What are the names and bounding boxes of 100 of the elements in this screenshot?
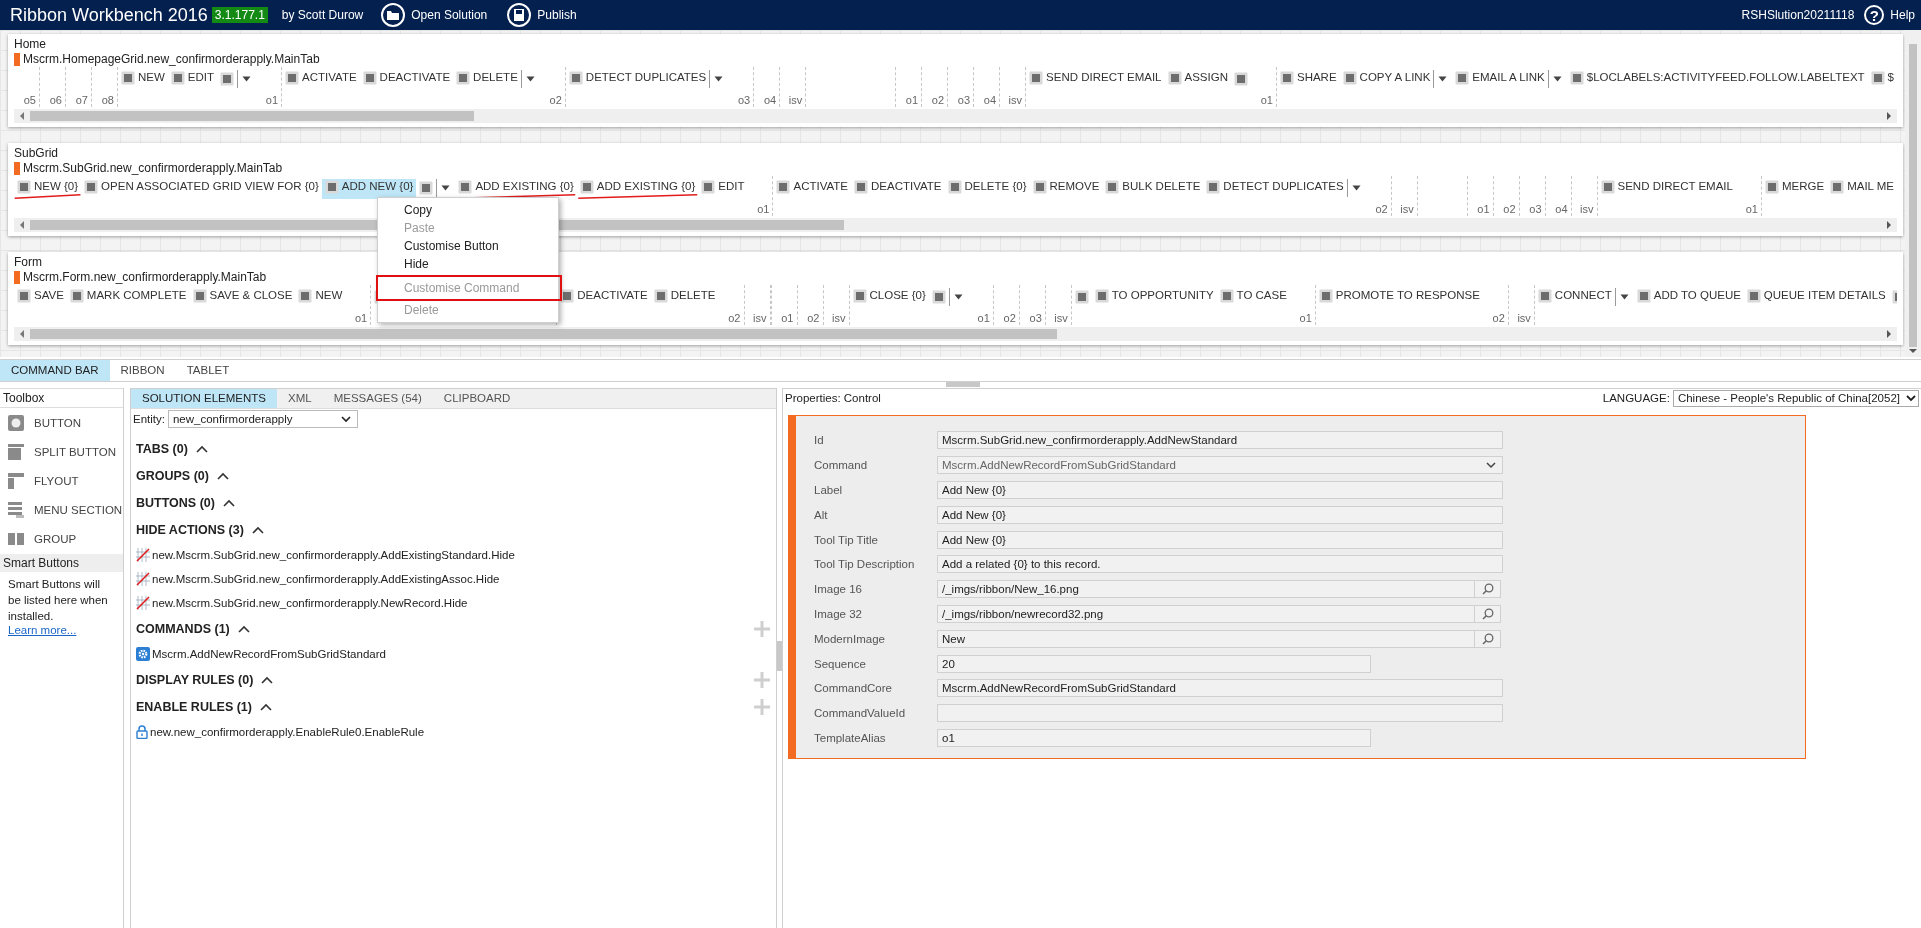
section-title: Smart Buttons xyxy=(0,554,123,572)
section-header: BUTTONS (0) xyxy=(136,495,215,510)
ribbon-button[interactable]: EDIT xyxy=(698,179,748,199)
slot-label: o2 xyxy=(931,94,945,107)
ribbon-button[interactable]: CLOSE {0} xyxy=(849,288,929,308)
ribbon-button[interactable]: DETECT DUPLICATES xyxy=(565,70,710,90)
ribbon-button[interactable]: BULK DELETE xyxy=(1102,179,1204,199)
learn-more-link[interactable]: Learn more... xyxy=(0,624,123,636)
tree-item[interactable]: new.new_confirmorderapply.EnableRule0.EnableRule xyxy=(131,720,776,744)
slot-label: o4 xyxy=(983,94,997,107)
help-button[interactable]: ? Help xyxy=(1864,5,1915,25)
select-field[interactable]: Mscrm.AddNewRecordFromSubGridStandard xyxy=(937,456,1503,475)
slot-label: o8 xyxy=(101,94,114,107)
ribbon-button[interactable]: $ xyxy=(1867,70,1897,90)
text-field[interactable]: Add New {0} xyxy=(937,530,1503,549)
ribbon-button[interactable]: MAIL ME xyxy=(1827,179,1897,199)
field-label: Image 16 xyxy=(814,583,863,596)
view-tab[interactable]: RIBBON xyxy=(109,360,176,381)
app-title: Ribbon Workbench 2016 xyxy=(10,4,208,26)
ribbon-button[interactable]: ASSIGN xyxy=(1164,70,1231,90)
ribbon-button[interactable]: DEACTIVATE xyxy=(359,70,454,90)
ribbon-button[interactable]: ACTIVATE xyxy=(773,179,851,199)
slot-label: isv xyxy=(832,312,846,325)
text-field[interactable]: /_imgs/ribbon/newrecord32.png xyxy=(937,604,1475,623)
text-field[interactable]: Mscrm.SubGrid.new_confirmorderapply.AddNewStandard xyxy=(937,431,1503,450)
ribbon-button[interactable]: TO OPPORTUNITY xyxy=(1091,288,1217,308)
ribbon-button[interactable]: REMOVE xyxy=(1029,179,1103,199)
field-label: Alt xyxy=(814,508,829,521)
ribbon-button[interactable]: PROMOTE TO RESPONSE xyxy=(1315,288,1483,308)
slot-label: o1 xyxy=(757,203,770,216)
toolbox-item[interactable]: SPLIT BUTTON xyxy=(0,437,123,466)
version-badge: 3.1.177.1 xyxy=(211,7,268,23)
ribbon-button[interactable]: ADD TO QUEUE xyxy=(1633,288,1744,308)
text-field[interactable]: 20 xyxy=(937,654,1371,673)
ribbon-button[interactable]: DEACTIVATE xyxy=(851,179,945,199)
slot-label: o2 xyxy=(1503,203,1516,216)
ribbon-button[interactable]: SAVE xyxy=(14,288,67,308)
ribbon-button[interactable]: ADD EXISTING {0} xyxy=(576,179,699,199)
panel-tab[interactable]: XML xyxy=(276,389,323,408)
slot-label: o1 xyxy=(977,312,990,325)
ribbon-button[interactable]: ACTIVATE xyxy=(282,70,360,90)
text-field[interactable]: Add New {0} xyxy=(937,481,1503,499)
ribbon-button[interactable]: NEW xyxy=(118,70,168,90)
toolbar-button[interactable]: Publish xyxy=(507,3,577,27)
entity-dropdown[interactable]: new_confirmorderapply xyxy=(167,410,358,428)
menu-item[interactable]: Copy xyxy=(378,201,558,219)
toolbox-item[interactable]: GROUP xyxy=(0,524,123,553)
text-field[interactable]: Mscrm.AddNewRecordFromSubGridStandard xyxy=(937,679,1503,698)
field-label: Entity: xyxy=(133,413,165,425)
ribbon-button[interactable]: NEW xyxy=(295,288,346,308)
ribbon-button[interactable]: QUEUE ITEM DETAILS xyxy=(1743,288,1889,308)
toolbox-item[interactable]: BUTTON xyxy=(0,408,123,437)
slot-label: o1 xyxy=(1260,94,1273,107)
panel-tab[interactable]: SOLUTION ELEMENTS xyxy=(131,389,277,408)
ribbon-button[interactable]: SHARE xyxy=(1276,70,1340,90)
ribbon-button[interactable]: MARK COMPLETE xyxy=(66,288,190,308)
ribbon-button[interactable]: SEND DIRECT EMAIL xyxy=(1597,179,1736,199)
toolbox-item[interactable]: MENU SECTION xyxy=(0,495,123,524)
tree-item[interactable]: Mscrm.AddNewRecordFromSubGridStandard xyxy=(131,642,776,666)
ribbon-button[interactable]: DETECT DUPLICATES xyxy=(1203,179,1347,199)
section-header: TABS (0) xyxy=(136,441,188,456)
ribbon-button[interactable]: DELETE {0} xyxy=(944,179,1030,199)
ribbon-button[interactable]: MERGE xyxy=(1761,179,1828,199)
field-label: TemplateAlias xyxy=(814,731,887,744)
text-field[interactable]: /_imgs/ribbon/New_16.png xyxy=(937,580,1475,599)
language-dropdown[interactable]: Chinese - People's Republic of China[2052] xyxy=(1672,389,1919,407)
tree-item[interactable]: new.Mscrm.SubGrid.new_confirmorderapply.NewRecord.Hide xyxy=(131,591,776,615)
toolbox-item[interactable]: FLYOUT xyxy=(0,466,123,495)
ribbon-button[interactable]: DELETE xyxy=(650,288,719,308)
ribbon-button[interactable]: $LOCLABELS:ACTIVITYFEED.FOLLOW.LABELTEXT xyxy=(1566,70,1868,90)
ribbon-button[interactable]: COPY A LINK xyxy=(1339,70,1434,90)
tab-id: Mscrm.Form.new_confirmorderapply.MainTab xyxy=(23,270,267,285)
ribbon-button[interactable]: ADD NEW {0} xyxy=(321,179,417,199)
text-field[interactable]: Add a related {0} to this record. xyxy=(937,555,1503,574)
ribbon-button[interactable]: CONNECT xyxy=(1534,288,1615,308)
ribbon-button[interactable]: NEW {0} xyxy=(14,179,82,199)
text-field[interactable]: o1 xyxy=(937,728,1371,747)
tab-id: Mscrm.SubGrid.new_confirmorderapply.MainTab xyxy=(23,161,283,176)
text-field[interactable]: Add New {0} xyxy=(937,505,1503,524)
ribbon-button[interactable]: SEND DIRECT EMAIL xyxy=(1026,70,1165,90)
slot-label: o2 xyxy=(549,94,562,107)
slot-label: o1 xyxy=(905,94,919,107)
view-tab[interactable]: COMMAND BAR xyxy=(0,360,110,381)
menu-item[interactable]: Hide xyxy=(378,255,558,273)
tree-item[interactable]: new.Mscrm.SubGrid.new_confirmorderapply.AddExistingStandard.Hide xyxy=(131,543,776,567)
tree-item[interactable]: new.Mscrm.SubGrid.new_confirmorderapply.AddExistingAssoc.Hide xyxy=(131,567,776,591)
menu-item[interactable]: Customise Button xyxy=(378,237,558,255)
text-field[interactable]: New xyxy=(937,629,1475,648)
panel-tab[interactable]: MESSAGES (54) xyxy=(322,389,433,408)
ribbon-button[interactable]: DELETE xyxy=(453,70,521,90)
ribbon-button[interactable]: TO CASE xyxy=(1216,288,1290,308)
ribbon-button[interactable]: EMAIL A LINK xyxy=(1452,70,1548,90)
section-header: ENABLE RULES (1) xyxy=(136,699,252,714)
toolbar-button[interactable]: Open Solution xyxy=(381,3,488,27)
ribbon-button[interactable]: OPEN ASSOCIATED GRID VIEW FOR {0} xyxy=(81,179,322,199)
view-tab[interactable]: TABLET xyxy=(175,360,241,381)
slot-label: isv xyxy=(1517,312,1531,325)
panel-tab[interactable]: CLIPBOARD xyxy=(432,389,522,408)
ribbon-button[interactable]: SAVE & CLOSE xyxy=(189,288,296,308)
ribbon-button[interactable]: EDIT xyxy=(167,70,218,90)
